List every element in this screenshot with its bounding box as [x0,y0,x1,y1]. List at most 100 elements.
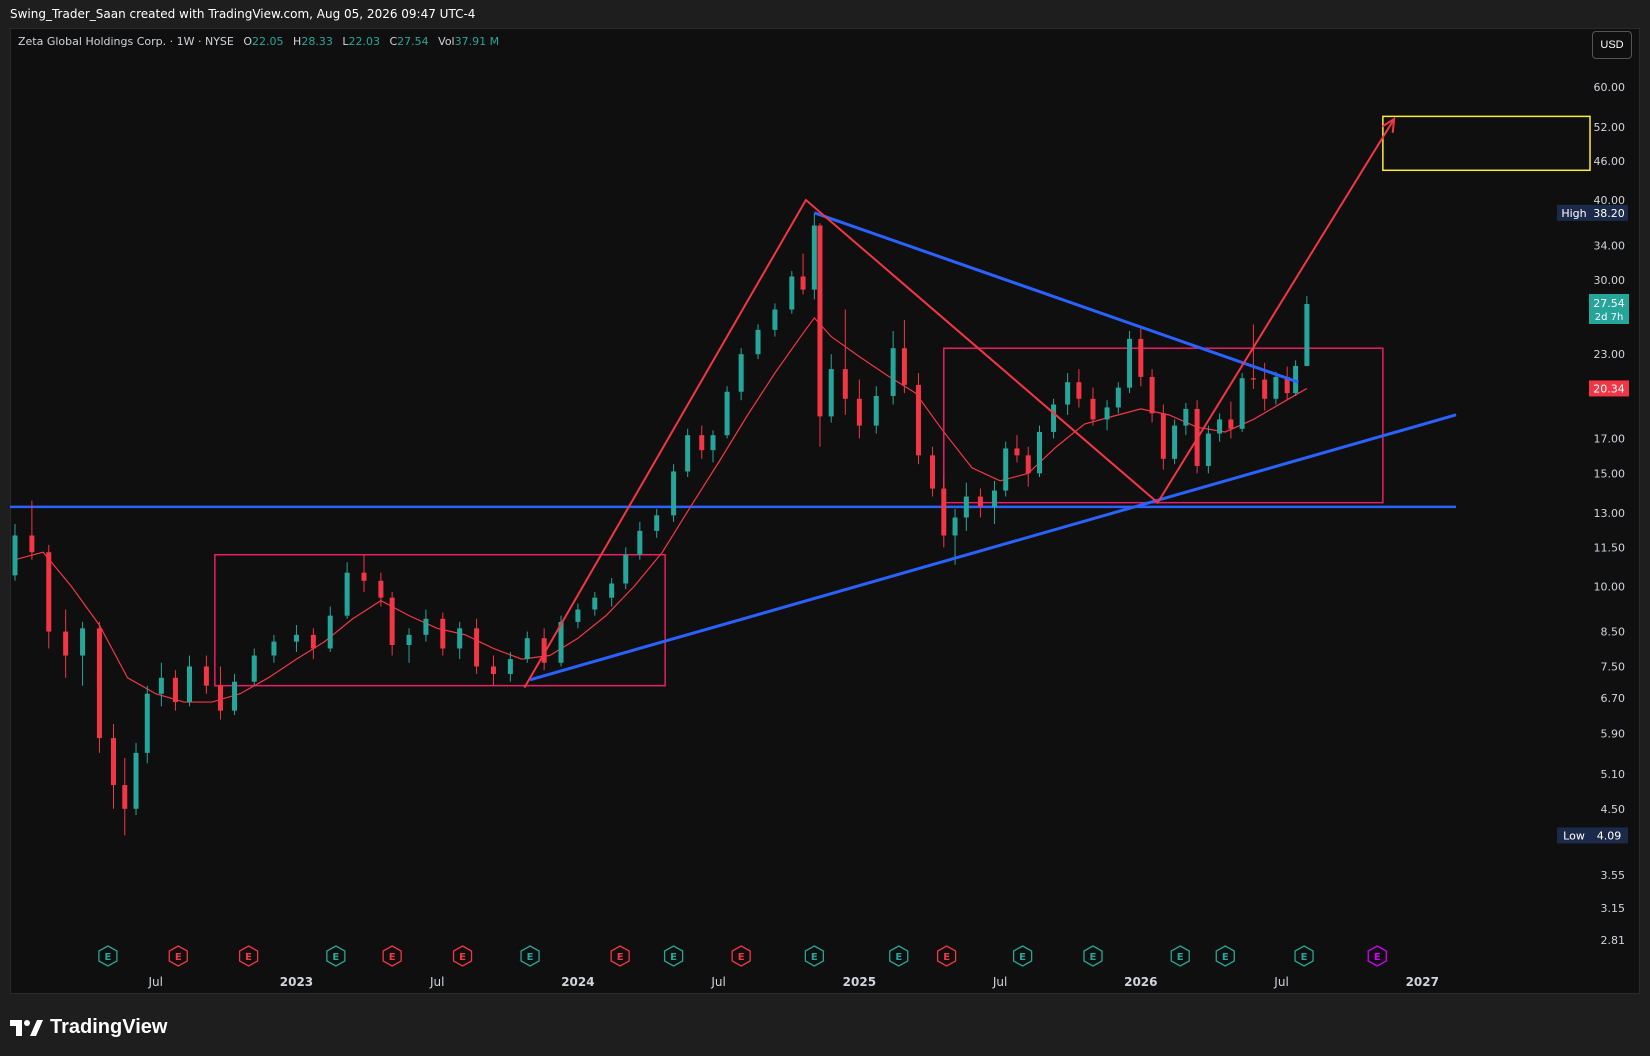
candle-body [271,641,277,656]
candle-body [361,572,367,581]
candle-body [251,655,257,682]
candle-body [1127,338,1133,388]
earnings-icon: E [1294,945,1314,967]
candle-body [1304,304,1310,366]
candle [738,348,744,401]
earnings-icon-letter: E [1374,952,1381,963]
candle [46,544,52,649]
x-tick-label: 2024 [561,975,594,989]
candle-body [187,666,193,703]
candle [977,488,983,518]
candle [144,685,150,764]
candle [800,253,806,295]
projection-path [523,118,1395,689]
candle-body [172,677,178,703]
earnings-icon-letter: E [1019,952,1026,963]
earnings-icon-letter: E [738,952,745,963]
candle [1217,413,1223,442]
candle [122,757,128,836]
candle-body [12,535,18,576]
candle-body [977,496,983,507]
legend-open-value: 22.05 [252,35,284,48]
earnings-icon-letter: E [943,952,950,963]
legend-low-value: 22.03 [348,35,380,48]
candle [592,591,598,616]
earnings-icon-letter: E [811,952,818,963]
earnings-icon: E [1170,945,1190,967]
candle-body [1205,433,1211,466]
candle [637,521,643,560]
candle [251,648,257,686]
y-tick-label: 6.70 [1601,692,1626,705]
y-tick-label: 13.00 [1594,507,1626,520]
candle [1273,371,1279,405]
candle-body [217,685,223,711]
legend-symbol[interactable]: Zeta Global Holdings Corp. · 1W · NYSE [18,35,234,48]
earnings-icon-letter: E [332,952,339,963]
candle-body [901,348,907,385]
candle-body [941,488,947,536]
legend-open-label: O [243,35,253,48]
earnings-icon: E [804,945,824,967]
low-price-label: Low 4.09 [1557,827,1628,844]
earnings-icon: E [452,945,473,967]
earnings-icon-letter: E [1301,952,1308,963]
candle [817,223,823,447]
earnings-icon-letter: E [617,952,624,963]
candle-body [378,580,384,598]
legend-high-value: 28.33 [301,35,333,48]
y-tick-label: 3.15 [1601,902,1626,915]
y-tick-label: 46.00 [1594,155,1626,168]
candle-body [474,628,480,667]
candle [1051,398,1057,439]
candle [133,742,139,816]
y-tick-label: 17.00 [1594,432,1626,445]
y-tick-label: 4.50 [1601,803,1626,816]
ma-price-label: 20.34 [1589,380,1629,397]
candle-body [1160,413,1166,459]
candle [80,621,86,686]
candle [828,354,834,423]
candle-body [1149,376,1155,414]
y-tick-label: 23.00 [1594,348,1626,361]
candle [1138,328,1144,387]
y-tick-label: 60.00 [1594,81,1626,94]
candle [361,554,367,592]
currency-button[interactable]: USD [1592,31,1632,59]
candle [1065,372,1071,415]
candle-body [1262,379,1268,399]
candle-body [1115,387,1121,408]
candle-body [1025,455,1031,474]
candle [310,628,316,660]
candle-body [800,276,806,290]
candle-body [406,634,412,646]
candle [1003,441,1009,497]
candle-body [1051,404,1057,432]
candle-body [457,628,463,649]
candle-body [158,677,164,694]
candle-body [1076,382,1082,399]
candle [873,386,879,434]
candle [1036,425,1042,478]
candle-body [507,659,513,674]
candle [203,655,209,694]
candle-body [930,455,936,489]
candle-body [738,354,744,392]
candle-body [122,785,128,809]
candle [856,379,862,439]
earnings-icon: E [238,945,259,967]
brand-name: TradingView [50,1016,168,1038]
candle-body [96,628,102,739]
candle-body [1228,419,1234,429]
legend-volume-value: 37.91 M [454,35,500,48]
brand-footer: TradingView [10,1016,167,1039]
candle-body [524,638,530,660]
earnings-icon-letter: E [1177,952,1184,963]
candle [575,603,581,629]
candle [232,673,238,716]
y-tick-label: 7.50 [1601,660,1626,673]
candle [187,655,193,707]
candle [890,330,896,405]
earnings-icon-letter: E [1090,952,1097,963]
candle [1160,404,1166,470]
